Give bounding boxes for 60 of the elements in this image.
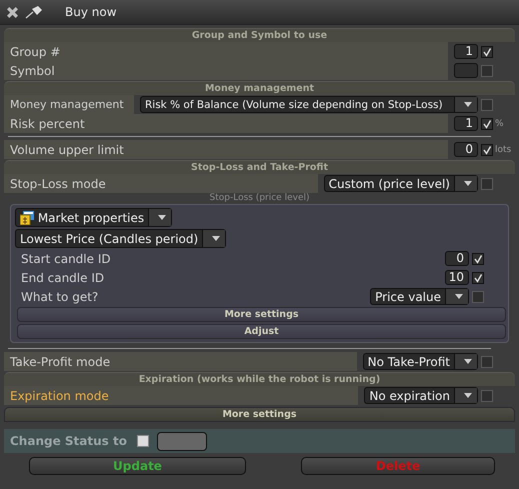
input-field[interactable]: 10 (445, 270, 469, 285)
dropdown[interactable]: Custom (price level) (324, 175, 478, 192)
checkbox[interactable] (481, 144, 493, 156)
field-label: Symbol (4, 61, 448, 80)
caret-icon (455, 294, 463, 299)
dropdown[interactable]: Market properties (15, 208, 172, 227)
checkbox[interactable] (481, 356, 493, 368)
caret-icon (464, 393, 472, 398)
caret-icon (158, 215, 166, 220)
pin-icon[interactable] (25, 5, 43, 19)
section-header: Group and Symbol to use (4, 28, 515, 42)
section-header: Stop-Loss and Take-Profit (4, 160, 515, 174)
panel-caption: Stop-Loss (price level) (208, 193, 310, 204)
checkbox[interactable] (472, 272, 484, 284)
field-label: Money management (4, 95, 134, 114)
unit-label: lots (495, 144, 512, 154)
input-field[interactable] (156, 432, 207, 450)
field-label: Group # (4, 42, 448, 61)
checkbox[interactable] (481, 46, 493, 58)
field-label: Stop-Loss mode (4, 174, 318, 193)
dropdown[interactable]: No expiration (364, 387, 478, 404)
checkbox[interactable] (136, 435, 149, 447)
field-label: End candle ID (20, 270, 106, 286)
checkbox[interactable] (481, 98, 493, 110)
dropdown[interactable]: No Take-Profit (362, 353, 478, 370)
checkbox[interactable] (481, 64, 493, 76)
status-label: Change Status to (10, 434, 127, 448)
dropdown[interactable]: Risk % of Balance (Volume size depending on Stop-Loss) (140, 96, 478, 113)
action-button[interactable]: Update (29, 457, 246, 475)
dropdown[interactable]: Price value (370, 288, 469, 305)
caret-icon (212, 236, 220, 241)
input-field[interactable]: 0 (454, 142, 478, 157)
checkbox[interactable] (481, 178, 493, 190)
field-label: Start candle ID (20, 250, 112, 268)
input-field[interactable]: 0 (445, 251, 469, 266)
caret-icon (464, 359, 472, 364)
caret-icon (464, 181, 472, 186)
field-label: Risk percent (4, 114, 448, 133)
dropdown[interactable]: Lowest Price (Candles period) (15, 229, 226, 248)
close-icon[interactable] (6, 6, 19, 18)
section-header: Money management (4, 81, 515, 95)
more-button[interactable]: More settings (4, 407, 515, 422)
checkbox[interactable] (481, 390, 493, 402)
more-button[interactable]: Adjust (17, 324, 506, 339)
section-header: Expiration (works while the robot is running) (4, 372, 515, 386)
checkbox[interactable] (472, 290, 484, 302)
input-field[interactable]: 1 (454, 116, 478, 131)
checkbox[interactable] (481, 118, 493, 130)
field-label: What to get? (20, 288, 100, 306)
caret-icon (464, 102, 472, 107)
checkbox[interactable] (472, 252, 484, 264)
input-field[interactable] (454, 63, 478, 78)
unit-label: % (495, 118, 504, 128)
field-label: Volume upper limit (4, 140, 448, 159)
window-title: Buy now (65, 5, 117, 19)
field-label: Expiration mode (4, 386, 358, 405)
more-button[interactable]: More settings (17, 307, 506, 322)
field-label: Take-Profit mode (4, 352, 357, 371)
input-field[interactable]: 1 (454, 44, 478, 59)
coin-icon (20, 210, 34, 224)
